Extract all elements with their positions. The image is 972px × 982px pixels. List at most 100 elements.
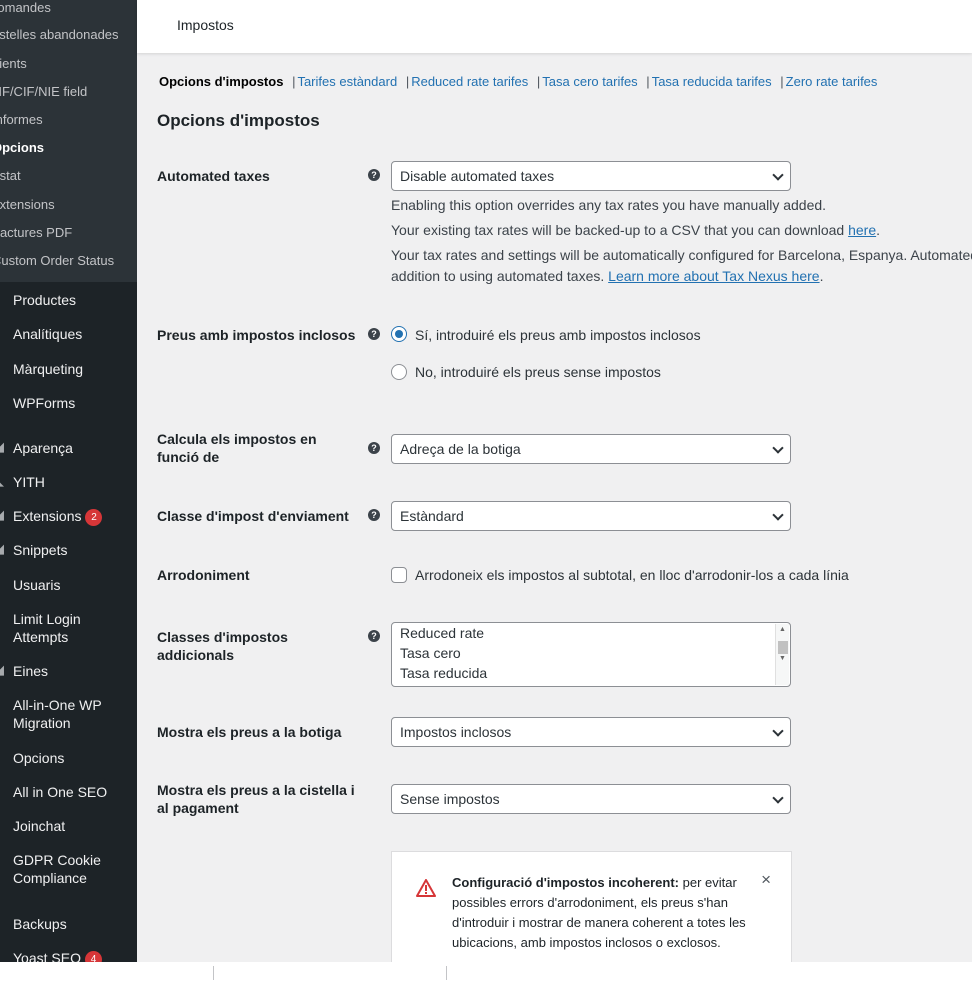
divider — [446, 966, 447, 980]
automated-taxes-desc-1: Enabling this option overrides any tax r… — [391, 197, 827, 213]
page-header: Impostos — [137, 0, 972, 53]
subnav-tab-tasa-reducida[interactable]: Tasa reducida tarifes — [652, 74, 772, 89]
products-icon: ▪ — [0, 291, 6, 306]
wrench-icon: ◢ — [0, 662, 6, 678]
menu-item-yith[interactable]: ◣YITH — [0, 473, 137, 491]
menu-item-yoast[interactable]: ▪Yoast SEO4 — [0, 949, 137, 962]
menu-item-analitiques[interactable]: ▪Analítiques — [0, 325, 137, 343]
close-icon[interactable]: × — [761, 870, 771, 890]
submenu-item-custom-status[interactable]: Custom Order Status — [0, 253, 114, 268]
seo-icon: ◖ — [0, 783, 6, 798]
shipping-tax-class-label: Classe d'impost d'enviament — [157, 508, 349, 524]
prices-include-tax-no-radio[interactable] — [391, 364, 407, 380]
submenu-item-comandes[interactable]: Comandes — [0, 0, 51, 15]
tax-nexus-link[interactable]: Learn more about Tax Nexus here — [608, 268, 819, 284]
rounding-checkbox-label[interactable]: Arrodoneix els impostos al subtotal, en … — [415, 567, 849, 583]
notice-message: Configuració d'impostos incoherent: per … — [452, 875, 746, 950]
chat-icon: ◖ — [0, 817, 6, 832]
scrollbar[interactable]: ▲ ▼ — [775, 624, 789, 685]
rounding-checkbox[interactable] — [391, 567, 407, 583]
cookie-icon: ◖ — [0, 851, 6, 866]
menu-item-joinchat[interactable]: ◖Joinchat — [0, 817, 137, 835]
menu-item-aparenca[interactable]: ◢Aparença — [0, 439, 137, 457]
admin-sidebar: Comandes Cistelles abandonades Clients N… — [0, 0, 137, 962]
submenu-item-opcions[interactable]: Opcions — [0, 140, 44, 155]
settings-icon: ▪ — [0, 749, 6, 764]
submenu-item-nif[interactable]: NIF/CIF/NIE field — [0, 84, 87, 99]
menu-item-eines[interactable]: ◢Eines — [0, 662, 137, 680]
menu-item-snippets[interactable]: ◢Snippets — [0, 541, 137, 559]
scroll-down-arrow-icon[interactable]: ▼ — [779, 655, 786, 662]
section-title: Opcions d'impostos — [157, 111, 320, 130]
brush-icon: ◢ — [0, 439, 6, 455]
help-icon[interactable]: ? — [368, 328, 380, 340]
menu-item-aioseo[interactable]: ◖All in One SEO — [0, 783, 137, 801]
help-icon[interactable]: ? — [368, 169, 380, 181]
display-cart-label: Mostra els preus a la cistella i al paga… — [157, 782, 355, 816]
additional-classes-textarea[interactable]: Reduced rate Tasa cero Tasa reducida ▲ ▼ — [391, 622, 791, 687]
shipping-tax-class-select[interactable]: Estàndard — [391, 501, 791, 531]
submenu-item-factures[interactable]: Factures PDF — [0, 225, 72, 240]
menu-item-opcions[interactable]: ▪Opcions — [0, 749, 137, 767]
settings-content: Opcions d'impostos | Tarifes estàndard | R… — [137, 53, 972, 962]
chevron-down-icon — [772, 169, 784, 181]
subnav-tab-reduced[interactable]: Reduced rate tarifes — [411, 74, 528, 89]
submenu-item-informes[interactable]: Informes — [0, 112, 43, 127]
yith-icon: ◣ — [0, 473, 6, 489]
menu-item-usuaris[interactable]: ▪Usuaris — [0, 576, 137, 594]
list-item: Tasa cero — [400, 645, 461, 661]
download-csv-link[interactable]: here — [848, 222, 876, 238]
subnav-tab-zero-rate[interactable]: Zero rate tarifes — [786, 74, 878, 89]
subnav-tab-opcions[interactable]: Opcions d'impostos — [159, 74, 283, 89]
additional-classes-label: Classes d'impostos addicionals — [157, 629, 288, 663]
chevron-down-icon — [772, 509, 784, 521]
warning-icon — [416, 879, 436, 897]
submenu-item-estat[interactable]: Estat — [0, 168, 21, 183]
menu-item-backups[interactable]: ▪Backups — [0, 915, 137, 933]
yoast-icon: ▪ — [0, 949, 6, 962]
automated-taxes-desc-2: Your existing tax rates will be backed-u… — [391, 222, 881, 238]
scrollbar-thumb[interactable] — [778, 641, 788, 654]
yoast-count-badge: 4 — [84, 951, 102, 962]
scroll-up-arrow-icon[interactable]: ▲ — [779, 626, 786, 633]
prices-include-tax-no-label[interactable]: No, introduiré els preus sense impostos — [415, 364, 661, 380]
woocommerce-submenu: Comandes Cistelles abandonades Clients N… — [0, 0, 137, 282]
chevron-down-icon — [772, 725, 784, 737]
list-item: Tasa reducida — [400, 665, 488, 681]
backup-icon: ▪ — [0, 915, 6, 930]
help-icon[interactable]: ? — [368, 509, 380, 521]
automated-taxes-select[interactable]: Disable automated taxes — [391, 161, 791, 191]
menu-item-productes[interactable]: ▪Productes — [0, 291, 137, 309]
tax-based-on-select[interactable]: Adreça de la botiga — [391, 434, 791, 464]
automated-taxes-label: Automated taxes — [157, 168, 270, 184]
menu-item-gdpr[interactable]: ◖GDPR Cookie Compliance — [0, 851, 137, 887]
menu-item-marqueting[interactable]: ◖Màrqueting — [0, 360, 137, 378]
submenu-item-clients[interactable]: Clients — [0, 56, 27, 71]
subnav-tab-tasa-cero[interactable]: Tasa cero tarifes — [542, 74, 637, 89]
display-shop-label: Mostra els preus a la botiga — [157, 724, 342, 740]
bottom-bar — [0, 962, 972, 982]
menu-item-migration[interactable]: ◖All-in-One WP Migration — [0, 696, 137, 732]
help-icon[interactable]: ? — [368, 442, 380, 454]
menu-item-wpforms[interactable]: ▪WPForms — [0, 394, 137, 412]
prices-include-tax-yes-radio[interactable] — [391, 326, 407, 342]
tax-subnav: Opcions d'impostos | Tarifes estàndard | R… — [159, 74, 878, 89]
menu-item-extensions[interactable]: ◢Extensions2 — [0, 507, 137, 526]
update-count-badge: 2 — [85, 509, 103, 526]
list-item: Reduced rate — [400, 625, 485, 641]
display-cart-select[interactable]: Sense impostos — [391, 784, 791, 814]
submenu-item-extensions[interactable]: Extensions — [0, 197, 55, 212]
prices-include-tax-yes-label[interactable]: Sí, introduiré els preus amb impostos in… — [415, 327, 701, 343]
snippets-icon: ◢ — [0, 541, 6, 557]
tax-based-on-label: Calcula els impostos en funció de — [157, 431, 317, 465]
automated-taxes-desc-4: addition to using automated taxes. Learn… — [391, 268, 824, 284]
plugin-icon: ◢ — [0, 507, 6, 523]
help-icon[interactable]: ? — [368, 630, 380, 642]
chevron-down-icon — [772, 792, 784, 804]
display-shop-select[interactable]: Impostos inclosos — [391, 717, 791, 747]
menu-item-limit-login[interactable]: ▪Limit Login Attempts — [0, 610, 137, 646]
subnav-tab-estandard[interactable]: Tarifes estàndard — [297, 74, 397, 89]
submenu-item-cistelles[interactable]: Cistelles abandonades — [0, 27, 119, 42]
users-icon: ▪ — [0, 576, 6, 591]
analytics-icon: ▪ — [0, 325, 6, 340]
